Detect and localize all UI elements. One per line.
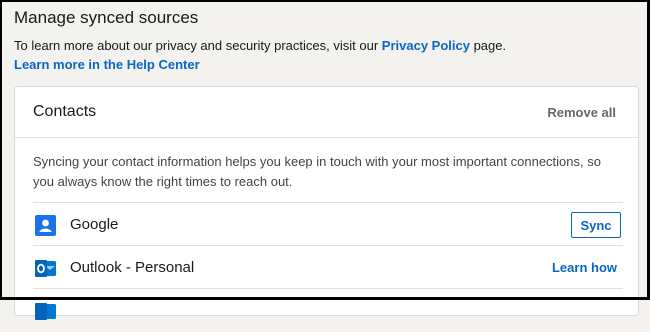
outlook-icon bbox=[35, 301, 56, 322]
card-header: Contacts Remove all bbox=[15, 87, 638, 138]
sync-button[interactable]: Sync bbox=[571, 212, 621, 238]
google-contacts-icon bbox=[35, 215, 56, 236]
outlook-icon bbox=[35, 258, 56, 279]
remove-all-button[interactable]: Remove all bbox=[547, 105, 616, 120]
help-center-link[interactable]: Learn more in the Help Center bbox=[14, 57, 200, 72]
card-description: Syncing your contact information helps y… bbox=[33, 154, 601, 189]
intro-text-suffix: page. bbox=[469, 38, 507, 53]
intro-text-prefix: To learn more about our privacy and secu… bbox=[14, 38, 382, 53]
page-title: Manage synced sources bbox=[14, 8, 199, 27]
learn-how-link[interactable]: Learn how bbox=[552, 260, 617, 275]
intro-text: To learn more about our privacy and secu… bbox=[14, 38, 506, 53]
source-name: Google bbox=[70, 216, 119, 233]
card-title: Contacts bbox=[33, 103, 97, 120]
source-row-partial bbox=[33, 288, 623, 332]
source-row-outlook-personal: Outlook - Personal Learn how bbox=[33, 245, 623, 289]
contacts-card: Contacts Remove all Syncing your contact… bbox=[14, 86, 639, 320]
privacy-policy-link[interactable]: Privacy Policy bbox=[382, 38, 470, 53]
source-name: Outlook - Personal bbox=[70, 259, 195, 276]
source-row-google: Google Sync bbox=[33, 202, 623, 246]
